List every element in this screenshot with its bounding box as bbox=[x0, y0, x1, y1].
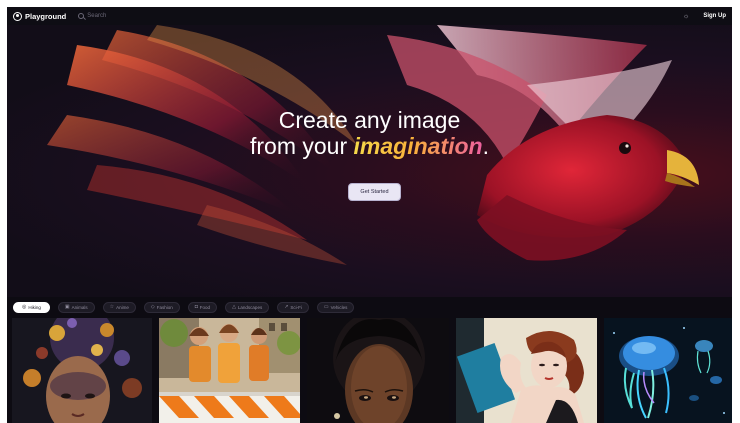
search-icon bbox=[78, 13, 85, 19]
hero-title-line-1: Create any image bbox=[278, 107, 461, 133]
filter-chip-label: Animals bbox=[71, 304, 88, 310]
filter-chip-label: Landscapes bbox=[237, 304, 263, 310]
filter-chip-food[interactable]: ◘ Food bbox=[187, 301, 218, 313]
hero-banner: Create any image from your imagination. … bbox=[7, 25, 732, 297]
filter-chip-fashion[interactable]: ◇ Fashion bbox=[143, 301, 180, 313]
filter-chip-label: Fashion bbox=[156, 304, 173, 310]
filter-chip-anime[interactable]: ☆ Anime bbox=[102, 301, 136, 313]
filter-chip-label: Vehicles bbox=[330, 304, 348, 310]
gallery-image-art-deco-woman[interactable] bbox=[456, 318, 597, 423]
gallery-image-woman-portrait[interactable] bbox=[307, 318, 449, 423]
filter-chip-vehicles[interactable]: ▭ Vehicles bbox=[316, 301, 355, 313]
star-icon: ☆ bbox=[109, 304, 115, 310]
logo-text: Playground bbox=[25, 11, 67, 21]
filter-chip-animals[interactable]: ▣ Animals bbox=[57, 301, 95, 313]
signup-button[interactable]: Sign Up bbox=[703, 13, 726, 19]
filter-chip-label: Anime bbox=[116, 304, 129, 310]
shirt-icon: ◇ bbox=[150, 304, 155, 310]
image-gallery bbox=[12, 318, 732, 423]
search-input[interactable]: Search bbox=[87, 13, 106, 19]
logo[interactable]: Playground bbox=[13, 11, 67, 21]
top-nav: Playground Search ☼ Sign Up bbox=[7, 7, 732, 25]
nav-right: ☼ Sign Up bbox=[683, 13, 726, 20]
get-started-button[interactable]: Get Started bbox=[348, 183, 401, 201]
hero-title-suffix: . bbox=[482, 133, 489, 159]
filter-chip-hiking[interactable]: ◎ Hiking bbox=[13, 301, 50, 313]
gallery-image-neon-jellyfish[interactable] bbox=[604, 318, 732, 423]
gallery-image-marathon-runners[interactable] bbox=[159, 318, 300, 423]
compass-icon: ◎ bbox=[22, 304, 27, 310]
paw-icon: ▣ bbox=[64, 304, 70, 310]
cup-icon: ◘ bbox=[194, 304, 198, 310]
logo-icon bbox=[13, 11, 22, 21]
category-filters: ◎ Hiking ▣ Animals ☆ Anime ◇ Fashion ◘ F… bbox=[13, 301, 355, 313]
rocket-icon: ↗ bbox=[284, 304, 289, 310]
filter-chip-landscapes[interactable]: △ Landscapes bbox=[225, 301, 270, 313]
hero-title-accent: imagination bbox=[353, 133, 483, 159]
car-icon: ▭ bbox=[323, 304, 329, 310]
hero-bird-illustration bbox=[47, 25, 699, 265]
app-frame: Playground Search ☼ Sign Up Create any i… bbox=[7, 7, 732, 423]
filter-chip-label: Hiking bbox=[28, 304, 41, 310]
filter-chip-sci-fi[interactable]: ↗ Sci-Fi bbox=[277, 301, 309, 313]
filter-chip-label: Food bbox=[199, 304, 211, 310]
mountain-icon: △ bbox=[232, 304, 236, 310]
sun-icon[interactable]: ☼ bbox=[683, 13, 689, 20]
filter-chip-label: Sci-Fi bbox=[290, 304, 302, 310]
search-bar[interactable]: Search bbox=[78, 13, 106, 19]
gallery-image-ornate-portrait[interactable] bbox=[12, 318, 152, 423]
hero-title-prefix: from your bbox=[250, 133, 354, 159]
hero-title-line-2: from your imagination. bbox=[7, 133, 732, 159]
